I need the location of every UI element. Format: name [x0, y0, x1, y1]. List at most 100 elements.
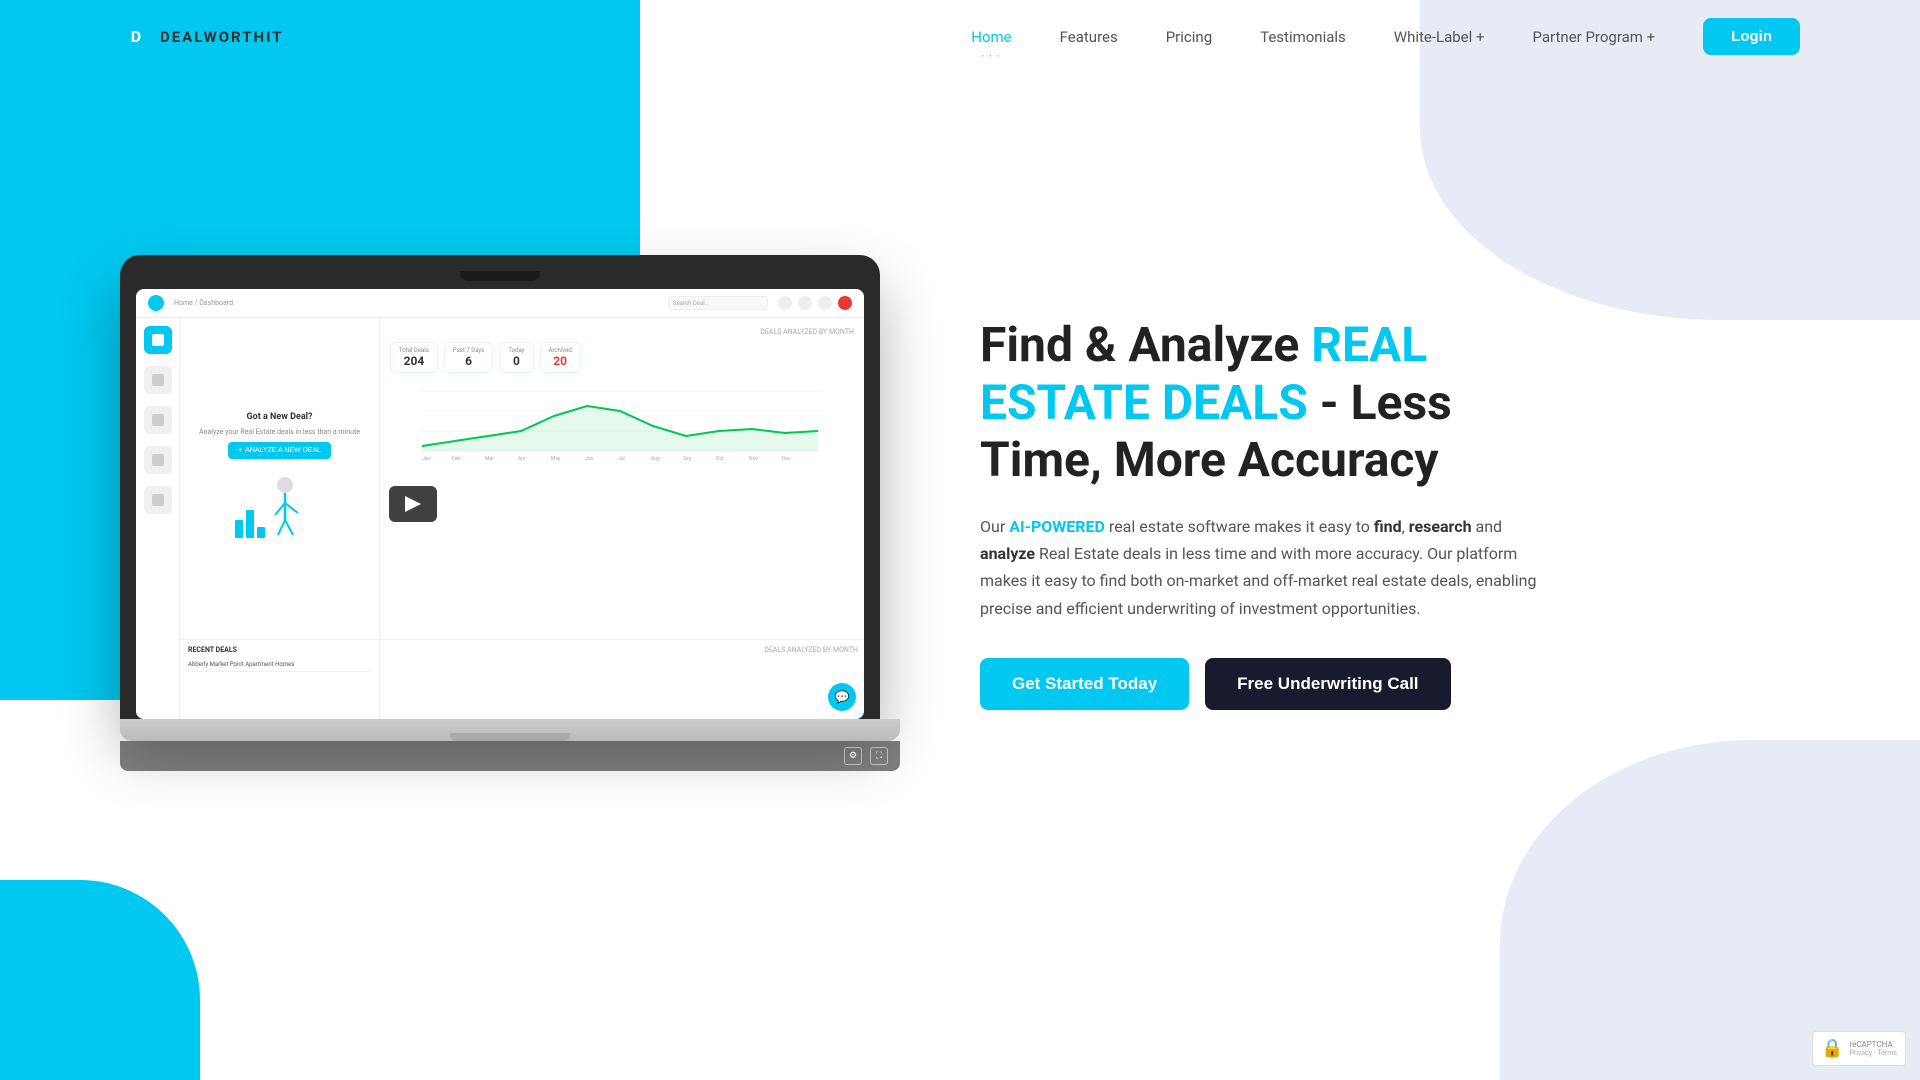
dash-icon-1 — [778, 296, 792, 310]
recent-deal-item: Abberly Market Point Apartment Homes — [188, 658, 371, 672]
and-text: and — [1472, 517, 1503, 536]
svg-text:Nov: Nov — [749, 456, 758, 461]
search-placeholder: Search Deal... — [673, 300, 710, 307]
research-text: research — [1409, 517, 1472, 536]
analyze-plus-icon: + — [238, 447, 242, 454]
recaptcha-logo: 🔒 — [1821, 1038, 1843, 1059]
desc-prefix: Our — [980, 517, 1009, 536]
stat-week: Past 7 Days 6 — [444, 342, 494, 373]
recaptcha-text-block: reCAPTCHA Privacy - Terms — [1849, 1040, 1897, 1057]
hero-section: Find & Analyze REAL ESTATE DEALS - Less … — [980, 316, 1540, 710]
svg-text:Mar: Mar — [485, 456, 494, 461]
dash-icon-3 — [818, 296, 832, 310]
new-deal-subtitle: Analyze your Real Estate deals in less t… — [199, 428, 360, 436]
analyze-btn-label: ANALYZE A NEW DEAL — [245, 447, 321, 454]
stat-week-value: 6 — [465, 354, 472, 368]
ai-powered-text: AI-POWERED — [1009, 517, 1105, 536]
dashboard-breadcrumb: Home / Dashboard — [174, 299, 233, 307]
dashboard-body: Got a New Deal? Analyze your Real Estate… — [136, 318, 864, 719]
stat-today: Today 0 — [499, 342, 533, 373]
dashboard-search[interactable]: Search Deal... — [668, 296, 768, 310]
sidebar-dashboard-icon — [152, 334, 164, 346]
dashboard-sidebar — [136, 318, 180, 719]
nav-pricing[interactable]: Pricing — [1166, 28, 1212, 46]
illustration-svg — [230, 465, 330, 545]
nav-home[interactable]: Home — [971, 28, 1011, 46]
comma-text: , — [1402, 517, 1409, 536]
svg-text:Oct: Oct — [716, 456, 724, 461]
chart-header: DEALS ANALYZED BY MONTH — [390, 328, 854, 336]
recaptcha-badge: 🔒 reCAPTCHA Privacy - Terms — [1812, 1031, 1906, 1066]
laptop-mockup: Home / Dashboard Search Deal... — [120, 255, 900, 771]
main-content: Home / Dashboard Search Deal... — [0, 73, 1920, 973]
dash-icon-user — [838, 296, 852, 310]
laptop-notch — [460, 271, 540, 281]
laptop-base — [120, 719, 900, 741]
find-text: find — [1374, 517, 1402, 536]
sidebar-deals[interactable] — [144, 366, 172, 394]
laptop-frame: Home / Dashboard Search Deal... — [120, 255, 880, 719]
nav-testimonials[interactable]: Testimonials — [1260, 28, 1346, 46]
hero-title-part1: Find & Analyze — [980, 316, 1311, 373]
stat-archived: Archived 20 — [540, 342, 581, 373]
video-play-overlay[interactable] — [389, 486, 437, 522]
free-underwriting-button[interactable]: Free Underwriting Call — [1205, 658, 1450, 710]
bottom-chart-header: DEALS ANALYZED BY MONTH — [386, 646, 858, 654]
video-controls-bar: ⚙ ⛶ — [120, 741, 900, 771]
stat-total-value: 204 — [404, 354, 425, 368]
sidebar-reports[interactable] — [144, 446, 172, 474]
desc-suffix: real estate software makes it easy to — [1105, 517, 1374, 536]
sidebar-dashboard[interactable] — [144, 326, 172, 354]
get-started-button[interactable]: Get Started Today — [980, 658, 1189, 710]
stats-row: Total Deals 204 Past 7 Days 6 — [390, 342, 854, 373]
analyze-deal-button[interactable]: + ANALYZE A NEW DEAL — [228, 442, 331, 459]
deal-illustration — [230, 465, 330, 545]
stat-week-label: Past 7 Days — [453, 347, 485, 354]
settings-control-icon[interactable]: ⚙ — [844, 747, 862, 765]
analyze-text: analyze — [980, 544, 1035, 563]
logo[interactable]: D DEALWORTHIT — [120, 21, 284, 53]
svg-text:Jul: Jul — [618, 456, 625, 461]
svg-text:Dec: Dec — [782, 456, 791, 461]
header: D DEALWORTHIT Home Features Pricing Test… — [0, 0, 1920, 73]
dashboard-main-area: Got a New Deal? Analyze your Real Estate… — [180, 318, 864, 719]
sidebar-deals-icon — [152, 374, 164, 386]
stat-today-label: Today — [508, 347, 524, 354]
recaptcha-label: reCAPTCHA — [1849, 1040, 1897, 1049]
new-deal-panel: Got a New Deal? Analyze your Real Estate… — [180, 318, 380, 639]
svg-text:Feb: Feb — [452, 456, 460, 461]
sidebar-settings-icon — [152, 494, 164, 506]
cta-buttons: Get Started Today Free Underwriting Call — [980, 658, 1540, 710]
hero-description: Our AI-POWERED real estate software make… — [980, 513, 1540, 622]
nav-partner[interactable]: Partner Program + — [1533, 28, 1656, 46]
hero-title: Find & Analyze REAL ESTATE DEALS - Less … — [980, 316, 1540, 489]
dashboard-topbar: Home / Dashboard Search Deal... — [136, 289, 864, 318]
sidebar-users[interactable] — [144, 406, 172, 434]
fullscreen-control-icon[interactable]: ⛶ — [870, 747, 888, 765]
logo-icon: D — [120, 21, 152, 53]
nav-whitelabel[interactable]: White-Label + — [1394, 28, 1485, 46]
dash-logo-icon — [148, 295, 164, 311]
deals-chart-svg: Jan Feb Mar Apr May Jun Jul Aug — [390, 381, 854, 461]
logo-letter: D — [131, 27, 141, 46]
stat-archived-value: 20 — [553, 354, 567, 368]
sidebar-settings[interactable] — [144, 486, 172, 514]
laptop-screen: Home / Dashboard Search Deal... — [136, 289, 864, 719]
dashboard-bottom-right: DEALS ANALYZED BY MONTH 💬 — [380, 640, 864, 719]
new-deal-title: Got a New Deal? — [247, 412, 313, 422]
play-icon — [405, 496, 421, 512]
stat-total-label: Total Deals — [399, 347, 429, 354]
nav-features[interactable]: Features — [1060, 28, 1118, 46]
login-button[interactable]: Login — [1703, 18, 1800, 55]
recent-deals-title: RECENT DEALS — [188, 646, 371, 654]
dash-icon-2 — [798, 296, 812, 310]
dashboard-bottom-panel: RECENT DEALS Abberly Market Point Apartm… — [180, 639, 864, 719]
stat-archived-label: Archived — [549, 347, 572, 354]
recaptcha-links: Privacy - Terms — [1849, 1049, 1897, 1057]
dashboard-ui: Home / Dashboard Search Deal... — [136, 289, 864, 719]
sidebar-reports-icon — [152, 454, 164, 466]
recent-deals-panel: RECENT DEALS Abberly Market Point Apartm… — [180, 640, 380, 719]
deals-chart-panel: DEALS ANALYZED BY MONTH Total Deals 204 … — [380, 318, 864, 639]
chat-button[interactable]: 💬 — [828, 683, 856, 711]
svg-text:May: May — [551, 456, 561, 461]
